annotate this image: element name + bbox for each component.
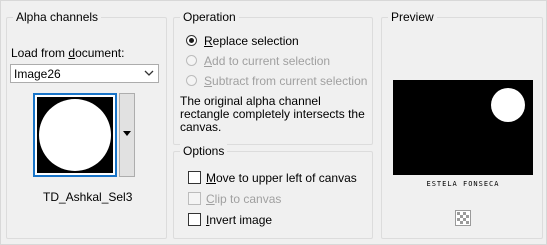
operation-group: Operation Replace selection Add to curre… (173, 10, 376, 145)
channel-dropdown-button[interactable] (119, 93, 135, 177)
replace-selection-radio[interactable]: Replace selection (186, 33, 376, 49)
alpha-channels-title: Alpha channels (13, 10, 102, 24)
document-select-value: Image26 (14, 67, 61, 81)
preview-circle (491, 88, 525, 122)
preview-group: Preview ESTELA FONSECA (381, 10, 543, 239)
load-from-document-label: Load from document: (11, 46, 125, 60)
operation-title: Operation (180, 10, 239, 24)
operation-description: The original alpha channel rectangle com… (180, 94, 365, 134)
options-title: Options (180, 144, 228, 158)
alpha-channel-thumbnail[interactable] (33, 93, 117, 177)
clip-to-canvas-checkbox[interactable]: Clip to canvas (188, 191, 378, 207)
load-selection-from-alpha-dialog: Alpha channels Load from document: Image… (0, 0, 547, 245)
triangle-down-icon (120, 131, 134, 179)
radio-selected-icon (186, 35, 197, 46)
preview-canvas (393, 80, 533, 175)
channel-name-label: TD_Ashkal_Sel3 (43, 190, 133, 204)
add-to-selection-radio[interactable]: Add to current selection (186, 53, 376, 69)
subtract-from-selection-radio[interactable]: Subtract from current selection (186, 73, 376, 89)
thumbnail-circle (39, 99, 111, 171)
options-group: Options Move to upper left of canvas Cli… (173, 144, 373, 239)
move-to-upper-left-checkbox[interactable]: Move to upper left of canvas (188, 170, 378, 186)
chevron-down-icon (141, 66, 157, 81)
radio-disabled-icon (186, 55, 197, 66)
watermark-text: ESTELA FONSECA (426, 180, 500, 188)
checkbox-icon (188, 171, 201, 184)
checkbox-icon (188, 213, 201, 226)
invert-image-checkbox[interactable]: Invert image (188, 212, 378, 228)
radio-disabled-icon (186, 75, 197, 86)
preview-title: Preview (388, 10, 437, 24)
thumbnail-canvas (37, 97, 113, 173)
document-select[interactable]: Image26 (10, 64, 159, 83)
alpha-channels-group: Alpha channels Load from document: Image… (6, 10, 167, 239)
checkbox-disabled-icon (188, 192, 201, 205)
checker-zoom-icon[interactable] (455, 210, 471, 226)
